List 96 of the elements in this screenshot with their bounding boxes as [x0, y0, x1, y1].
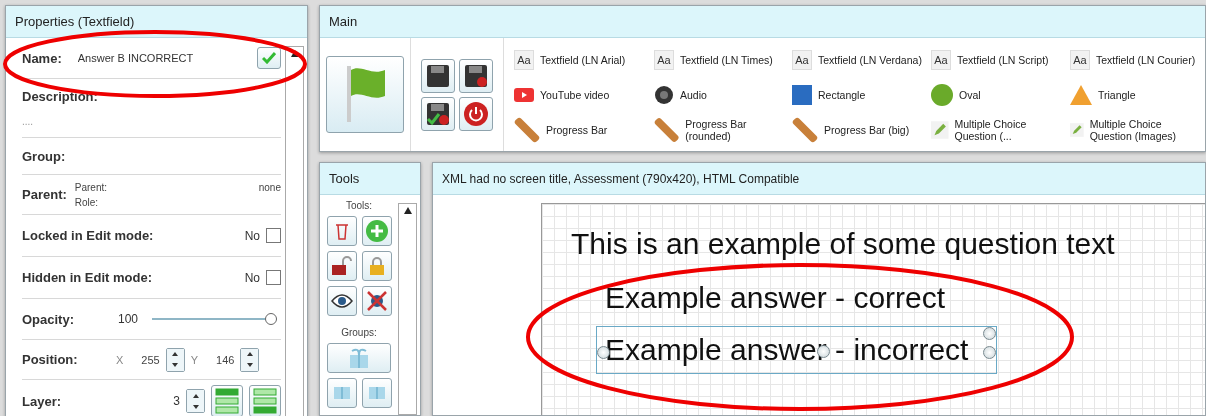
rectangle-icon [792, 84, 812, 105]
field-label: Parent: [22, 187, 67, 202]
field-label: Position: [22, 352, 79, 367]
ungroup-button[interactable] [326, 378, 357, 408]
parent-value: none [258, 181, 281, 193]
text-style-icon: Aa [654, 49, 674, 70]
flag-button[interactable] [326, 56, 404, 133]
layer-spinner[interactable] [186, 389, 205, 413]
hide-button[interactable] [361, 286, 392, 316]
checkbox[interactable] [266, 270, 281, 285]
y-value: 146 [216, 353, 235, 366]
component-item[interactable]: Aa Textfield (LN Times) [654, 45, 792, 74]
pencil-icon [931, 119, 949, 140]
text-style-icon: Aa [792, 49, 812, 70]
component-item[interactable]: Aa Textfield (LN Script) [931, 45, 1070, 74]
plus-circle-icon [365, 220, 388, 242]
layers-icon [215, 388, 239, 414]
section-label: Groups: [341, 327, 377, 338]
trash-icon [334, 222, 349, 240]
text-style-icon: Aa [931, 49, 951, 70]
scrollbar[interactable] [398, 203, 417, 415]
scrollbar[interactable] [285, 46, 304, 416]
save-button[interactable] [421, 58, 455, 93]
add-button[interactable] [361, 216, 392, 246]
bring-forward-button[interactable] [211, 385, 243, 416]
y-label: Y [190, 353, 199, 366]
component-item[interactable]: YouTube video [514, 80, 654, 109]
power-icon [464, 101, 488, 126]
triangle-icon [1070, 84, 1092, 105]
component-item[interactable]: Multiple Choice Question (Images) [1070, 115, 1200, 144]
speaker-icon [654, 84, 674, 105]
component-item[interactable]: Oval [931, 80, 1070, 109]
component-item[interactable]: Aa Textfield (LN Courier) [1070, 45, 1200, 74]
checkbox[interactable] [266, 228, 281, 243]
power-button[interactable] [459, 96, 493, 131]
section-label: Tools: [345, 200, 373, 211]
slider-thumb[interactable] [265, 313, 277, 325]
canvas-textfield[interactable]: Example answer - correct [604, 280, 947, 316]
crossed-eye-icon [365, 290, 388, 312]
regroup-button[interactable] [361, 378, 392, 408]
y-spinner[interactable] [240, 347, 260, 372]
component-item[interactable]: Progress Bar [514, 115, 654, 144]
gift-box-icon [333, 387, 350, 399]
save-check-button[interactable] [421, 96, 455, 131]
eye-icon [330, 294, 353, 308]
video-play-icon [514, 87, 534, 102]
description-value: .... [22, 116, 34, 127]
canvas-textfield[interactable]: This is an example of some question text [570, 226, 1116, 262]
field-label: Locked in Edit mode: [22, 228, 154, 243]
parent-label: Parent: [74, 181, 108, 193]
group-button[interactable] [327, 343, 391, 373]
layers-icon [253, 388, 277, 414]
component-item[interactable]: Audio [654, 80, 792, 109]
component-item[interactable]: Triangle [1070, 80, 1200, 109]
x-value: 255 [141, 353, 160, 366]
component-item[interactable]: Rectangle [792, 80, 931, 109]
checkbox-value: No [244, 270, 260, 285]
scroll-up-arrow[interactable] [401, 204, 414, 217]
component-item[interactable]: Progress Bar (rounded) [654, 115, 792, 144]
text-style-icon: Aa [514, 49, 534, 70]
field-label: Opacity: [22, 311, 75, 327]
panel-title: Properties (Textfield) [6, 6, 307, 38]
layer-value: 3 [173, 394, 180, 408]
component-item[interactable]: Aa Textfield (LN Verdana) [792, 45, 931, 74]
canvas-textfield[interactable]: Example answer - incorrect [596, 326, 998, 374]
panel-title: Tools [320, 163, 420, 195]
text-style-icon: Aa [1070, 49, 1090, 70]
gift-box-icon [368, 387, 385, 399]
send-back-button[interactable] [249, 385, 281, 416]
x-label: X [116, 353, 124, 366]
checkbox-value: No [244, 228, 260, 243]
field-label: Hidden in Edit mode: [22, 270, 152, 285]
opacity-value: 100 [118, 312, 139, 326]
field-label: Group: [22, 148, 66, 164]
panel-title: Main [320, 6, 1205, 38]
component-item[interactable]: Progress Bar (big) [792, 115, 931, 144]
field-label: Description: [22, 89, 98, 104]
resize-handle[interactable] [983, 327, 997, 340]
circle-icon [931, 83, 953, 106]
resize-handle[interactable] [983, 346, 997, 359]
field-label: Layer: [22, 393, 62, 409]
show-button[interactable] [326, 286, 357, 316]
gift-box-icon [348, 347, 370, 369]
panel-title: XML had no screen title, Assessment (790x420), HTML Compatible [433, 163, 1205, 195]
role-label: Role: [74, 196, 100, 208]
check-icon [262, 52, 276, 64]
field-label: Name: [22, 50, 62, 66]
padlock-open-icon [330, 256, 353, 276]
padlock-icon [368, 256, 385, 276]
save-close-button[interactable] [459, 58, 493, 93]
x-spinner[interactable] [165, 347, 185, 372]
delete-button[interactable] [326, 216, 357, 246]
component-item[interactable]: Multiple Choice Question (... [931, 115, 1070, 144]
confirm-button[interactable] [257, 47, 281, 69]
component-item[interactable]: Aa Textfield (LN Arial) [514, 45, 654, 74]
unlock-button[interactable] [326, 251, 357, 281]
